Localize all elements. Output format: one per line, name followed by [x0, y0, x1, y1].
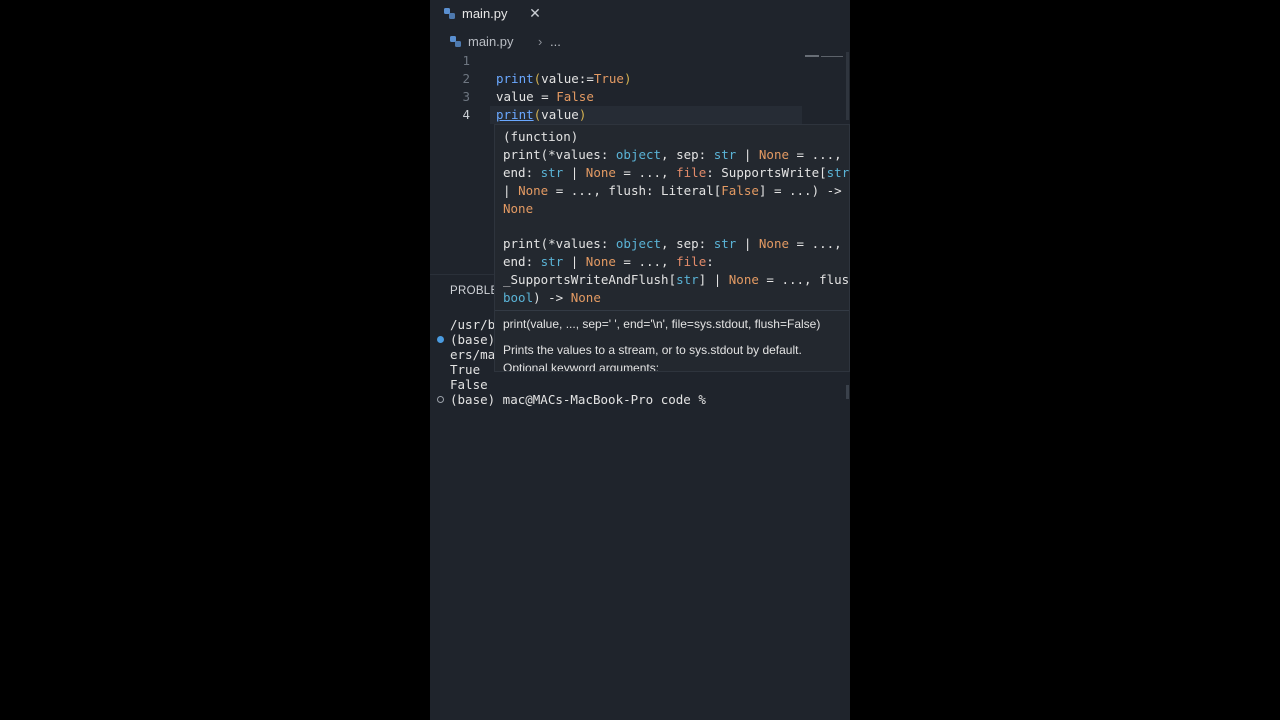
minimap-line [805, 55, 819, 57]
terminal-line: ers/ma [450, 347, 496, 362]
code-line: 4 print(value) [430, 106, 850, 124]
terminal-scrollbar[interactable] [846, 385, 849, 399]
line-number: 1 [462, 53, 470, 68]
line-number: 3 [462, 89, 470, 104]
breadcrumb-symbols[interactable]: ... [550, 34, 561, 49]
code-token: value:= [541, 71, 594, 86]
terminal-prompt: (base) mac@MACs-MacBook-Pro code % [450, 392, 706, 407]
code-line: 1 [430, 52, 850, 70]
hover-divider [495, 310, 849, 311]
tab-problems[interactable]: PROBLE [450, 285, 498, 297]
code-line: 2 print(value:=True) [430, 70, 850, 88]
hover-signature-line: None [503, 201, 534, 216]
minimap-line [821, 56, 843, 57]
close-tab-icon[interactable]: ✕ [528, 4, 542, 22]
terminal-line: (base) [450, 332, 496, 347]
hover-signature-line: print(*values: object, sep: str | None =… [503, 236, 842, 251]
code-line: 3 value = False [430, 88, 850, 106]
terminal-line: False [450, 377, 488, 392]
python-file-icon [444, 8, 455, 19]
command-pending-icon[interactable] [437, 396, 444, 403]
code-token: True [593, 71, 624, 86]
hover-signature-line: bool) -> None [503, 290, 601, 305]
terminal-line: True [450, 362, 481, 377]
code-token: print [496, 71, 534, 86]
python-file-icon [450, 36, 461, 47]
line-number: 4 [462, 107, 470, 122]
hover-signature-line: _SupportsWriteAndFlush[str] | None = ...… [503, 272, 850, 287]
code-token: ) [623, 71, 632, 86]
hover-signature-line: | None = ..., flush: Literal[False] = ..… [503, 183, 842, 198]
hover-tooltip[interactable]: (function) print(*values: object, sep: s… [494, 124, 850, 372]
chevron-right-icon: › [538, 34, 543, 49]
hover-kind: (function) [503, 129, 579, 144]
line-number: 2 [462, 71, 470, 86]
command-success-icon[interactable] [437, 336, 444, 343]
tab-label: main.py [462, 6, 508, 21]
terminal-line: /usr/b [450, 317, 496, 332]
code-token: ) [578, 107, 587, 122]
hover-signature-line: end: str | None = ..., file: [503, 254, 714, 269]
hover-doc-text: Prints the values to a stream, or to sys… [503, 343, 802, 357]
tab-main-py[interactable]: main.py ✕ [430, 0, 550, 28]
minimap[interactable] [803, 52, 849, 122]
hover-doc-text: Optional keyword arguments: [503, 361, 660, 372]
code-token: False [556, 89, 594, 104]
code-token: value [541, 107, 579, 122]
code-token: print [496, 107, 534, 122]
hover-doc-signature: print(value, ..., sep=' ', end='\n', fil… [503, 317, 821, 331]
breadcrumb-file[interactable]: main.py [468, 34, 514, 49]
editor-scrollbar[interactable] [846, 52, 849, 120]
code-token: value = [496, 89, 557, 104]
hover-signature-line: end: str | None = ..., file: SupportsWri… [503, 165, 850, 180]
tab-bar: main.py ✕ ▷ ⌄ ◫ ··· [430, 0, 850, 28]
hover-signature-line: print(*values: object, sep: str | None =… [503, 147, 842, 162]
